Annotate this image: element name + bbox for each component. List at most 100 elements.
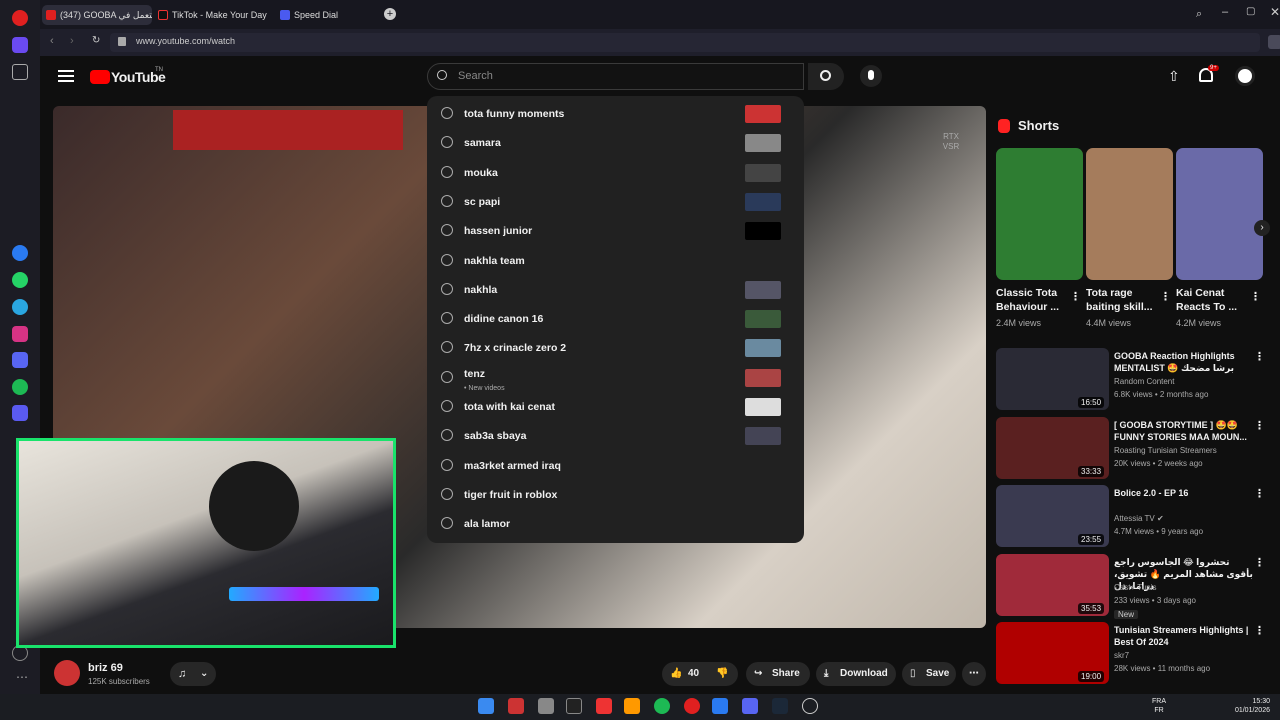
tab-tiktok[interactable]: TikTok - Make Your Day: [154, 5, 276, 25]
maximize-button[interactable]: ▢: [1246, 6, 1255, 17]
search-suggestion[interactable]: hassen junior: [427, 217, 804, 246]
download-button[interactable]: ⤓ Download: [816, 662, 896, 686]
app-icon[interactable]: [624, 698, 640, 714]
search-suggestion[interactable]: tiger fruit in roblox: [427, 481, 804, 510]
history-icon: [441, 400, 453, 412]
short-menu-icon[interactable]: ⋮: [1160, 290, 1171, 303]
discord-icon[interactable]: [12, 352, 28, 368]
home-icon[interactable]: [12, 37, 28, 53]
app-icon[interactable]: [712, 698, 728, 714]
discord-taskbar-icon[interactable]: [742, 698, 758, 714]
opera-logo-icon[interactable]: [12, 10, 28, 26]
search-suggestion[interactable]: sab3a sbaya: [427, 422, 804, 451]
search-input[interactable]: Search: [427, 63, 804, 90]
suggestion-thumbnail: [745, 310, 781, 329]
search-suggestion[interactable]: mouka: [427, 159, 804, 188]
menu-icon[interactable]: [58, 70, 74, 82]
search-suggestion[interactable]: nakhla: [427, 276, 804, 305]
back-button[interactable]: ‹: [50, 35, 54, 47]
search-suggestion[interactable]: tenz • New videos: [427, 364, 804, 393]
speed-dial-icon[interactable]: [12, 64, 28, 80]
channel-name[interactable]: briz 69: [88, 662, 123, 674]
language-code: FRA: [1152, 698, 1166, 705]
youtube-logo-icon[interactable]: [90, 70, 110, 84]
share-button[interactable]: ↪ Share: [746, 662, 810, 686]
clock[interactable]: 15:30 01/01/2026: [1230, 697, 1270, 715]
new-tab-button[interactable]: +: [384, 8, 396, 20]
close-window-button[interactable]: ✕: [1270, 5, 1280, 19]
history-icon: [441, 517, 453, 530]
language-indicator[interactable]: FRA FR: [1152, 697, 1166, 715]
like-button[interactable]: 👍: [670, 662, 682, 686]
shorts-next-button[interactable]: ›: [1254, 220, 1270, 236]
more-icon[interactable]: ⋯: [16, 670, 28, 684]
search-suggestion[interactable]: ala lamor: [427, 510, 804, 539]
short-thumbnail[interactable]: [996, 148, 1083, 280]
short-thumbnail[interactable]: [1086, 148, 1173, 280]
video-duration: 19:00: [1078, 671, 1105, 682]
short-menu-icon[interactable]: ⋮: [1250, 290, 1261, 303]
telegram-icon[interactable]: [12, 299, 28, 315]
short-thumbnail[interactable]: [1176, 148, 1263, 280]
search-suggestion[interactable]: sc papi: [427, 188, 804, 217]
search-suggestion[interactable]: nakhla team: [427, 247, 804, 276]
avatar[interactable]: [1235, 66, 1255, 86]
suggestion-thumbnail: [745, 398, 781, 416]
whatsapp-icon[interactable]: [12, 272, 28, 288]
spotify-taskbar-icon[interactable]: [654, 698, 670, 714]
recommended-video[interactable]: 23:55 Bolice 2.0 - EP 16 Attessia TV ✔ 4.7M…: [996, 485, 1266, 549]
short-title[interactable]: Kai Cenat Reacts To ...: [1176, 286, 1254, 314]
url-field[interactable]: www.youtube.com/watch: [110, 33, 1260, 52]
tab-speed-dial[interactable]: Speed Dial: [276, 5, 366, 25]
forward-button[interactable]: ›: [70, 35, 74, 47]
download-icon: ⤓: [824, 668, 829, 679]
messenger-icon[interactable]: [12, 245, 28, 261]
spotify-icon[interactable]: [12, 379, 28, 395]
save-button[interactable]: ▯ Save: [902, 662, 956, 686]
video-meta: 4.7M views • 9 years ago: [1114, 527, 1204, 536]
video-menu-icon[interactable]: ⋮: [1254, 419, 1265, 432]
minimize-button[interactable]: –: [1222, 6, 1228, 18]
search-suggestion[interactable]: tota funny moments: [427, 100, 804, 129]
twitch-icon[interactable]: [12, 405, 28, 421]
more-actions-button[interactable]: ⋯: [962, 662, 986, 686]
video-menu-icon[interactable]: ⋮: [1254, 487, 1265, 500]
short-title[interactable]: Tota rage baiting skill...: [1086, 286, 1164, 314]
tab-youtube[interactable]: (347) GOOBA استعمل في: [42, 5, 152, 25]
snipping-tool-icon[interactable]: [538, 698, 554, 714]
search-suggestion[interactable]: tota with kai cenat: [427, 393, 804, 422]
instagram-icon[interactable]: [12, 326, 28, 342]
short-menu-icon[interactable]: ⋮: [1070, 290, 1081, 303]
video-menu-icon[interactable]: ⋮: [1254, 624, 1265, 637]
search-suggestion[interactable]: didine canon 16: [427, 305, 804, 334]
search-suggestion[interactable]: 7hz x crinacle zero 2: [427, 334, 804, 363]
recommended-video[interactable]: 16:50 GOOBA Reaction Highlights MENTALIST…: [996, 348, 1266, 412]
voice-search-button[interactable]: [860, 65, 882, 87]
channel-avatar[interactable]: [54, 660, 80, 686]
capcut-icon[interactable]: [566, 698, 582, 714]
windows-start-icon[interactable]: [478, 698, 494, 714]
opera-taskbar-icon[interactable]: [684, 698, 700, 714]
search-suggestion[interactable]: ma3rket armed iraq: [427, 452, 804, 481]
app-icon[interactable]: [596, 698, 612, 714]
recommended-video[interactable]: 33:33 [ GOOBA STORYTIME ] 🤩🤩 FUNNY STORIE…: [996, 416, 1266, 481]
obs-icon[interactable]: [802, 698, 818, 714]
recommended-video[interactable]: 35:53 تحشروا 😂 الجاسوس راجع بأقوى مشاهد ا…: [996, 553, 1266, 619]
video-menu-icon[interactable]: ⋮: [1254, 350, 1265, 363]
create-icon[interactable]: ⇧: [1168, 68, 1180, 85]
search-button[interactable]: [808, 63, 844, 90]
app-icon[interactable]: [508, 698, 524, 714]
share-label: Share: [772, 668, 800, 679]
search-tabs-icon[interactable]: ⌕: [1196, 8, 1202, 21]
suggestion-text: tota with kai cenat: [464, 401, 556, 413]
video-menu-icon[interactable]: ⋮: [1254, 556, 1265, 569]
extensions-icon[interactable]: [1268, 35, 1280, 49]
subscribed-button[interactable]: ♫ ⌄: [170, 662, 216, 686]
steam-icon[interactable]: [772, 698, 788, 714]
suggestion-thumbnail: [745, 427, 781, 446]
recommended-video[interactable]: 19:00 Tunisian Streamers Highlights | Bes…: [996, 622, 1266, 686]
reload-button[interactable]: ↻: [92, 35, 100, 46]
search-suggestion[interactable]: samara: [427, 129, 804, 158]
dislike-button[interactable]: 👎: [716, 662, 728, 686]
short-title[interactable]: Classic Tota Behaviour ...: [996, 286, 1074, 314]
